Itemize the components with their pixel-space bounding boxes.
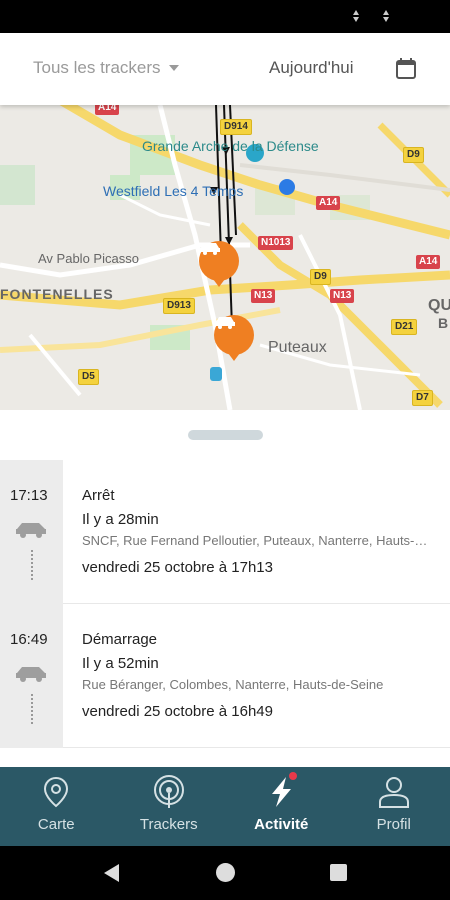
event-address: SNCF, Rue Fernand Pelloutier, Puteaux, N… [82,533,434,548]
event-elapsed: Il y a 28min [82,511,159,528]
car-icon [16,523,46,538]
bottom-navigation: Carte Trackers Activité Profil [0,767,450,846]
event-elapsed: Il y a 52min [82,655,159,672]
car-icon [215,317,235,329]
nav-label: Trackers [139,816,198,833]
map-place-label: Puteaux [268,339,327,356]
home-icon[interactable] [216,863,235,882]
timeline-connector [31,550,33,580]
road-tag: D914 [220,119,252,135]
car-icon [16,667,46,682]
event-time: 16:49 [10,631,48,648]
notification-badge [289,772,297,780]
road-tag: A14 [416,255,441,269]
road-tag: D913 [163,298,195,314]
activity-item[interactable]: 16:49 Démarrage Il y a 52min Rue Bérange… [0,604,450,748]
nav-label: Carte [37,816,75,833]
map-place-label: Westfield Les 4 Temps [103,183,244,199]
event-address: Rue Béranger, Colombes, Nanterre, Hauts-… [82,677,384,692]
event-title: Arrêt [82,487,115,504]
user-icon [378,777,409,808]
activity-item[interactable]: 17:13 Arrêt Il y a 28min SNCF, Rue Ferna… [0,460,450,604]
road-tag: A14 [95,105,120,115]
caret-down-icon [168,65,179,71]
road-tag: N13 [330,289,355,303]
nav-item-profil[interactable]: Profil [338,767,450,846]
road-tag: D21 [391,319,418,335]
vehicle-marker[interactable] [199,241,239,287]
nav-label: Activité [254,816,309,833]
car-icon [200,243,220,255]
timeline-connector [31,694,33,724]
nav-label: Profil [376,816,411,833]
map-place-label: Grande Arche de la Défense [142,138,319,154]
road-tag: A14 [316,196,341,210]
tracker-filter-label: Tous les trackers [33,58,161,77]
map-place-label: Av Pablo Picasso [38,251,139,266]
map-place-label: QU [428,297,450,314]
vehicle-marker[interactable] [214,315,254,361]
event-date: vendredi 25 octobre à 16h49 [82,703,273,720]
road-tag: N13 [251,289,276,303]
signal-icon [153,775,184,808]
back-icon[interactable] [104,864,119,882]
filter-bar: Tous les trackers Aujourd'hui [0,33,450,105]
map-place-label: FONTENELLES [0,286,114,302]
date-filter-label[interactable]: Aujourd'hui [269,58,354,78]
road-tag: D9 [310,269,331,285]
road-tag: D9 [403,147,424,163]
map-view[interactable]: Grande Arche de la Défense Westfield Les… [0,105,450,410]
road-tag: D7 [412,390,433,406]
map-place-label: B [438,315,449,331]
event-date: vendredi 25 octobre à 17h13 [82,559,273,576]
event-time: 17:13 [10,487,48,504]
status-bar [0,0,450,33]
map-pin-icon [44,776,69,808]
drag-handle[interactable] [188,430,263,440]
signal-icon [352,10,360,22]
road-tag: D5 [78,369,99,385]
nav-item-carte[interactable]: Carte [0,767,113,846]
nav-item-trackers[interactable]: Trackers [113,767,226,846]
signal-icon [382,10,390,22]
event-title: Démarrage [82,631,158,648]
nav-item-activite[interactable]: Activité [225,767,338,846]
calendar-icon[interactable] [395,58,417,80]
bolt-icon [272,777,292,807]
tracker-filter-dropdown[interactable]: Tous les trackers [33,58,179,78]
activity-timeline: 17:13 Arrêt Il y a 28min SNCF, Rue Ferna… [0,460,450,748]
activity-sheet: 17:13 Arrêt Il y a 28min SNCF, Rue Ferna… [0,410,450,767]
road-tag: N1013 [258,236,294,250]
recents-icon[interactable] [330,864,347,881]
